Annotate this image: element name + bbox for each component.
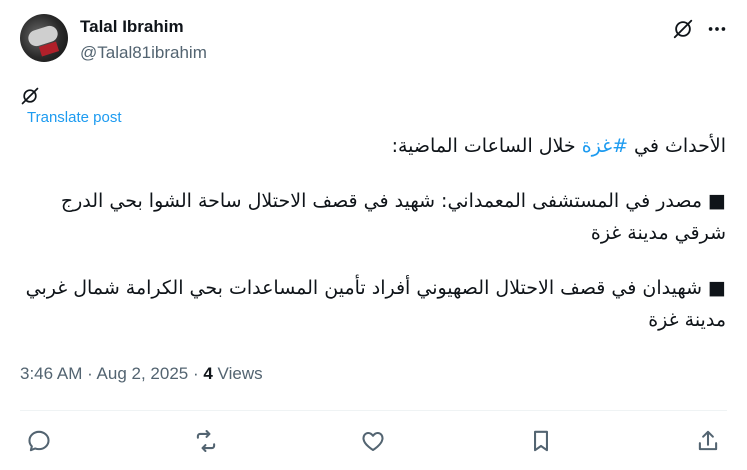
views-count: 4 bbox=[203, 364, 213, 383]
author-handle[interactable]: @Talal81ibrahim bbox=[80, 43, 207, 63]
post-time[interactable]: 3:46 AM bbox=[20, 364, 82, 383]
more-dots-icon[interactable] bbox=[706, 18, 728, 40]
heart-icon bbox=[362, 431, 384, 452]
action-bar bbox=[0, 424, 747, 458]
post-item-1: ■ مصدر في المستشفى المعمداني: شهيد في قص… bbox=[60, 190, 726, 244]
post-date[interactable]: Aug 2, 2025 bbox=[97, 364, 189, 383]
translate-grok-icon bbox=[21, 87, 39, 105]
views-label: Views bbox=[212, 364, 263, 383]
post-header: Talal Ibrahim @Talal81ibrahim bbox=[20, 14, 730, 66]
intro-before: الأحداث في bbox=[628, 135, 726, 157]
meta-separator: · bbox=[82, 364, 97, 383]
divider bbox=[20, 410, 727, 411]
post-meta: 3:46 AM · Aug 2, 2025 · 4 Views bbox=[20, 364, 263, 384]
grok-icon[interactable] bbox=[672, 18, 694, 40]
repost-icon bbox=[196, 430, 216, 452]
hashtag-link[interactable]: #غزة bbox=[582, 135, 628, 157]
author-display-name[interactable]: Talal Ibrahim bbox=[80, 17, 184, 37]
share-icon bbox=[698, 430, 718, 451]
share-button[interactable] bbox=[695, 428, 721, 454]
like-button[interactable] bbox=[360, 428, 386, 454]
post-intro-line: الأحداث في #غزة خلال الساعات الماضية: bbox=[20, 130, 726, 162]
bookmark-button[interactable] bbox=[528, 428, 554, 454]
intro-after: خلال الساعات الماضية: bbox=[391, 135, 582, 157]
avatar[interactable] bbox=[20, 14, 68, 62]
translate-post-link[interactable]: Translate post bbox=[27, 109, 122, 126]
post-text: الأحداث في #غزة خلال الساعات الماضية: ■ … bbox=[20, 130, 726, 336]
reply-button[interactable] bbox=[26, 428, 52, 454]
post-item-2: ■ شهيدان في قصف الاحتلال الصهيوني أفراد … bbox=[25, 277, 726, 331]
repost-button[interactable] bbox=[193, 428, 219, 454]
reply-icon bbox=[28, 430, 50, 452]
meta-separator: · bbox=[188, 364, 204, 383]
bookmark-icon bbox=[534, 430, 548, 452]
